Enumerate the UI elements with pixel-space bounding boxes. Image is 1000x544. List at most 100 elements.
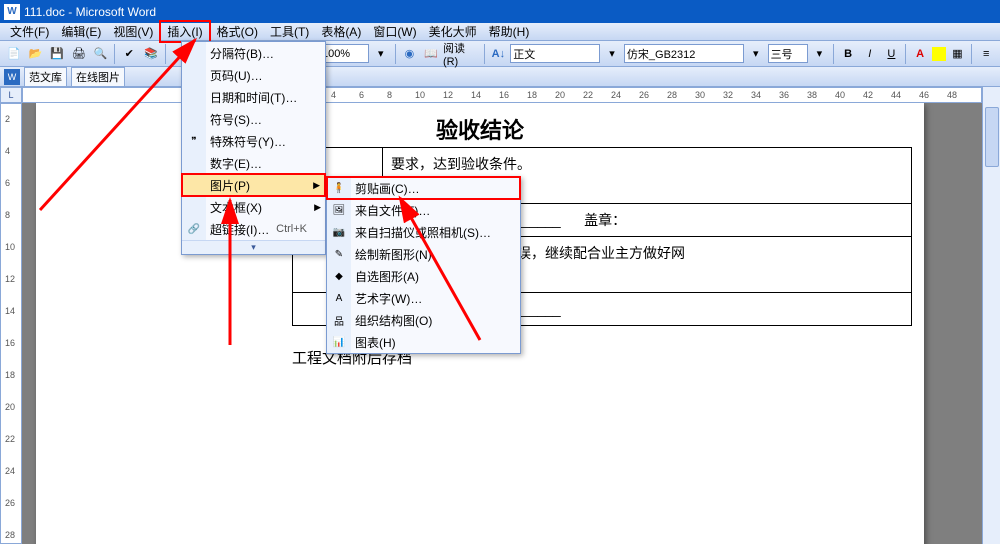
ruler-tick: 4	[5, 146, 10, 156]
insert-menu-item[interactable]: 🔗超链接(I)…Ctrl+K	[182, 218, 325, 240]
picture-menu-item[interactable]: A 艺术字(W)…	[327, 287, 520, 309]
print-icon[interactable]: 🖨	[69, 44, 89, 64]
cell-text: 要求，达到验收条件。	[391, 156, 531, 172]
menu-item-label: 绘制新图形(N)	[355, 246, 432, 263]
standard-toolbar: 📄 📂 💾 🖨 🔍 ✔ 📚 ▾ ◉ 📖 阅读(R) A↓ ▾ ▾ ▾ B I U…	[0, 41, 1000, 67]
style-icon[interactable]: A↓	[489, 44, 509, 64]
save-icon[interactable]: 💾	[47, 44, 67, 64]
bold-icon[interactable]: B	[838, 44, 858, 64]
picture-menu-item[interactable]: 🖼来自文件(F)…	[327, 199, 520, 221]
menu-编辑[interactable]: 编辑(E)	[55, 22, 107, 41]
cell-text: 盖章：	[584, 212, 626, 228]
submenu-arrow-icon: ▶	[313, 180, 320, 191]
menu-视图[interactable]: 视图(V)	[107, 22, 159, 41]
style-combo[interactable]	[510, 44, 600, 63]
picture-menu-item[interactable]: 品组织结构图(O)	[327, 309, 520, 331]
ruler-tick: 32	[723, 90, 733, 100]
ruler-tick: 12	[443, 90, 453, 100]
new-doc-icon[interactable]: 📄	[4, 44, 24, 64]
research-icon[interactable]: 📚	[141, 44, 161, 64]
vertical-scrollbar[interactable]	[982, 87, 1000, 544]
ruler-tick: 42	[863, 90, 873, 100]
menu-item-icon: 📊	[331, 334, 347, 350]
read-label[interactable]: 阅读(R)	[443, 40, 480, 68]
fontsize-combo[interactable]	[768, 44, 808, 63]
menu-expand-bar[interactable]: ▾	[182, 240, 325, 254]
font-dropdown-icon[interactable]: ▾	[746, 44, 766, 64]
menu-item-icon: ✎	[331, 246, 347, 262]
menu-插入[interactable]: 插入(I)	[159, 20, 210, 43]
insert-menu-item[interactable]: 图片(P)▶	[182, 174, 325, 196]
menu-item-icon: 🖼	[331, 202, 347, 218]
zoom-dropdown-icon[interactable]: ▾	[371, 44, 391, 64]
menu-item-label: 艺术字(W)…	[355, 290, 422, 307]
align-left-icon[interactable]: ≡	[976, 44, 996, 64]
font-color-icon[interactable]: A	[910, 44, 930, 64]
ruler-tick: 36	[779, 90, 789, 100]
secondary-toolbar: W 范文库 在线图片	[0, 67, 1000, 87]
font-combo[interactable]	[624, 44, 744, 63]
shading-icon[interactable]: ▦	[948, 44, 968, 64]
menu-item-label: 自选图形(A)	[355, 268, 419, 285]
picture-menu-item[interactable]: ◆ 自选图形(A)	[327, 265, 520, 287]
menu-item-label: 特殊符号(Y)…	[210, 133, 286, 150]
zoom-combo[interactable]	[319, 44, 369, 63]
picture-menu-item[interactable]: 🧍剪贴画(C)…	[327, 177, 520, 199]
fontsize-dropdown-icon[interactable]: ▾	[810, 44, 830, 64]
insert-menu-item[interactable]: 数字(E)…	[182, 152, 325, 174]
style-dropdown-icon[interactable]: ▾	[602, 44, 622, 64]
chevron-down-icon: ▾	[251, 242, 256, 253]
scrollbar-thumb[interactable]	[985, 107, 999, 167]
picture-menu-item[interactable]: 📊 图表(H)	[327, 331, 520, 353]
menu-表格[interactable]: 表格(A)	[315, 22, 367, 41]
menu-美化大师[interactable]: 美化大师	[423, 22, 483, 41]
italic-icon[interactable]: I	[860, 44, 880, 64]
menu-item-label: 图表(H)	[355, 334, 396, 351]
ruler-tick: 20	[555, 90, 565, 100]
ruler-tick: 22	[583, 90, 593, 100]
menu-item-label: 来自扫描仪或照相机(S)…	[355, 224, 491, 241]
picture-submenu: 🧍剪贴画(C)…🖼来自文件(F)…📷来自扫描仪或照相机(S)… ✎ 绘制新图形(N)…	[326, 176, 521, 354]
menu-shortcut: Ctrl+K	[276, 223, 307, 235]
insert-menu-item[interactable]: 符号(S)…	[182, 108, 325, 130]
ruler-tick: 8	[5, 210, 10, 220]
preview-icon[interactable]: 🔍	[91, 44, 111, 64]
submenu-arrow-icon: ▶	[314, 202, 321, 213]
menu-item-label: 超链接(I)…	[210, 221, 269, 238]
picture-menu-item[interactable]: 📷来自扫描仪或照相机(S)…	[327, 221, 520, 243]
menu-工具[interactable]: 工具(T)	[264, 22, 315, 41]
ruler-tick: 40	[835, 90, 845, 100]
vertical-ruler[interactable]: 246810121416182022242628	[0, 103, 22, 544]
menu-文件[interactable]: 文件(F)	[4, 22, 55, 41]
insert-menu-item[interactable]: ❞特殊符号(Y)…	[182, 130, 325, 152]
separator	[114, 44, 115, 64]
ruler-tick: 44	[891, 90, 901, 100]
help-icon[interactable]: ◉	[400, 44, 420, 64]
open-icon[interactable]: 📂	[26, 44, 46, 64]
ruler-tick: 26	[639, 90, 649, 100]
highlight-icon[interactable]	[932, 47, 946, 61]
ruler-tick: 6	[359, 90, 364, 100]
underline-icon[interactable]: U	[882, 44, 902, 64]
picture-menu-item[interactable]: ✎ 绘制新图形(N)	[327, 243, 520, 265]
menubar: 文件(F)编辑(E)视图(V)插入(I)格式(O)工具(T)表格(A)窗口(W)…	[0, 23, 1000, 41]
read-mode-icon[interactable]: 📖	[421, 44, 441, 64]
menu-item-icon: ◆	[331, 268, 347, 284]
insert-menu-item[interactable]: 页码(U)…	[182, 64, 325, 86]
doc-heading: 验收结论	[36, 113, 924, 145]
online-image-button[interactable]: 在线图片	[71, 67, 125, 87]
separator	[905, 44, 906, 64]
template-lib-icon[interactable]: W	[4, 69, 20, 85]
template-library-button[interactable]: 范文库	[24, 67, 67, 87]
menu-格式[interactable]: 格式(O)	[211, 22, 264, 41]
menu-帮助[interactable]: 帮助(H)	[483, 22, 536, 41]
insert-menu-item[interactable]: 日期和时间(T)…	[182, 86, 325, 108]
ruler-tick: 8	[387, 90, 392, 100]
horizontal-ruler[interactable]: 2468101214161820222426283032343638404244…	[22, 87, 982, 103]
ruler-tick: 38	[807, 90, 817, 100]
menu-窗口[interactable]: 窗口(W)	[367, 22, 422, 41]
spellcheck-icon[interactable]: ✔	[119, 44, 139, 64]
insert-menu-item[interactable]: 分隔符(B)…	[182, 42, 325, 64]
insert-menu-item[interactable]: 文本框(X)▶	[182, 196, 325, 218]
menu-item-icon: A	[331, 290, 347, 306]
